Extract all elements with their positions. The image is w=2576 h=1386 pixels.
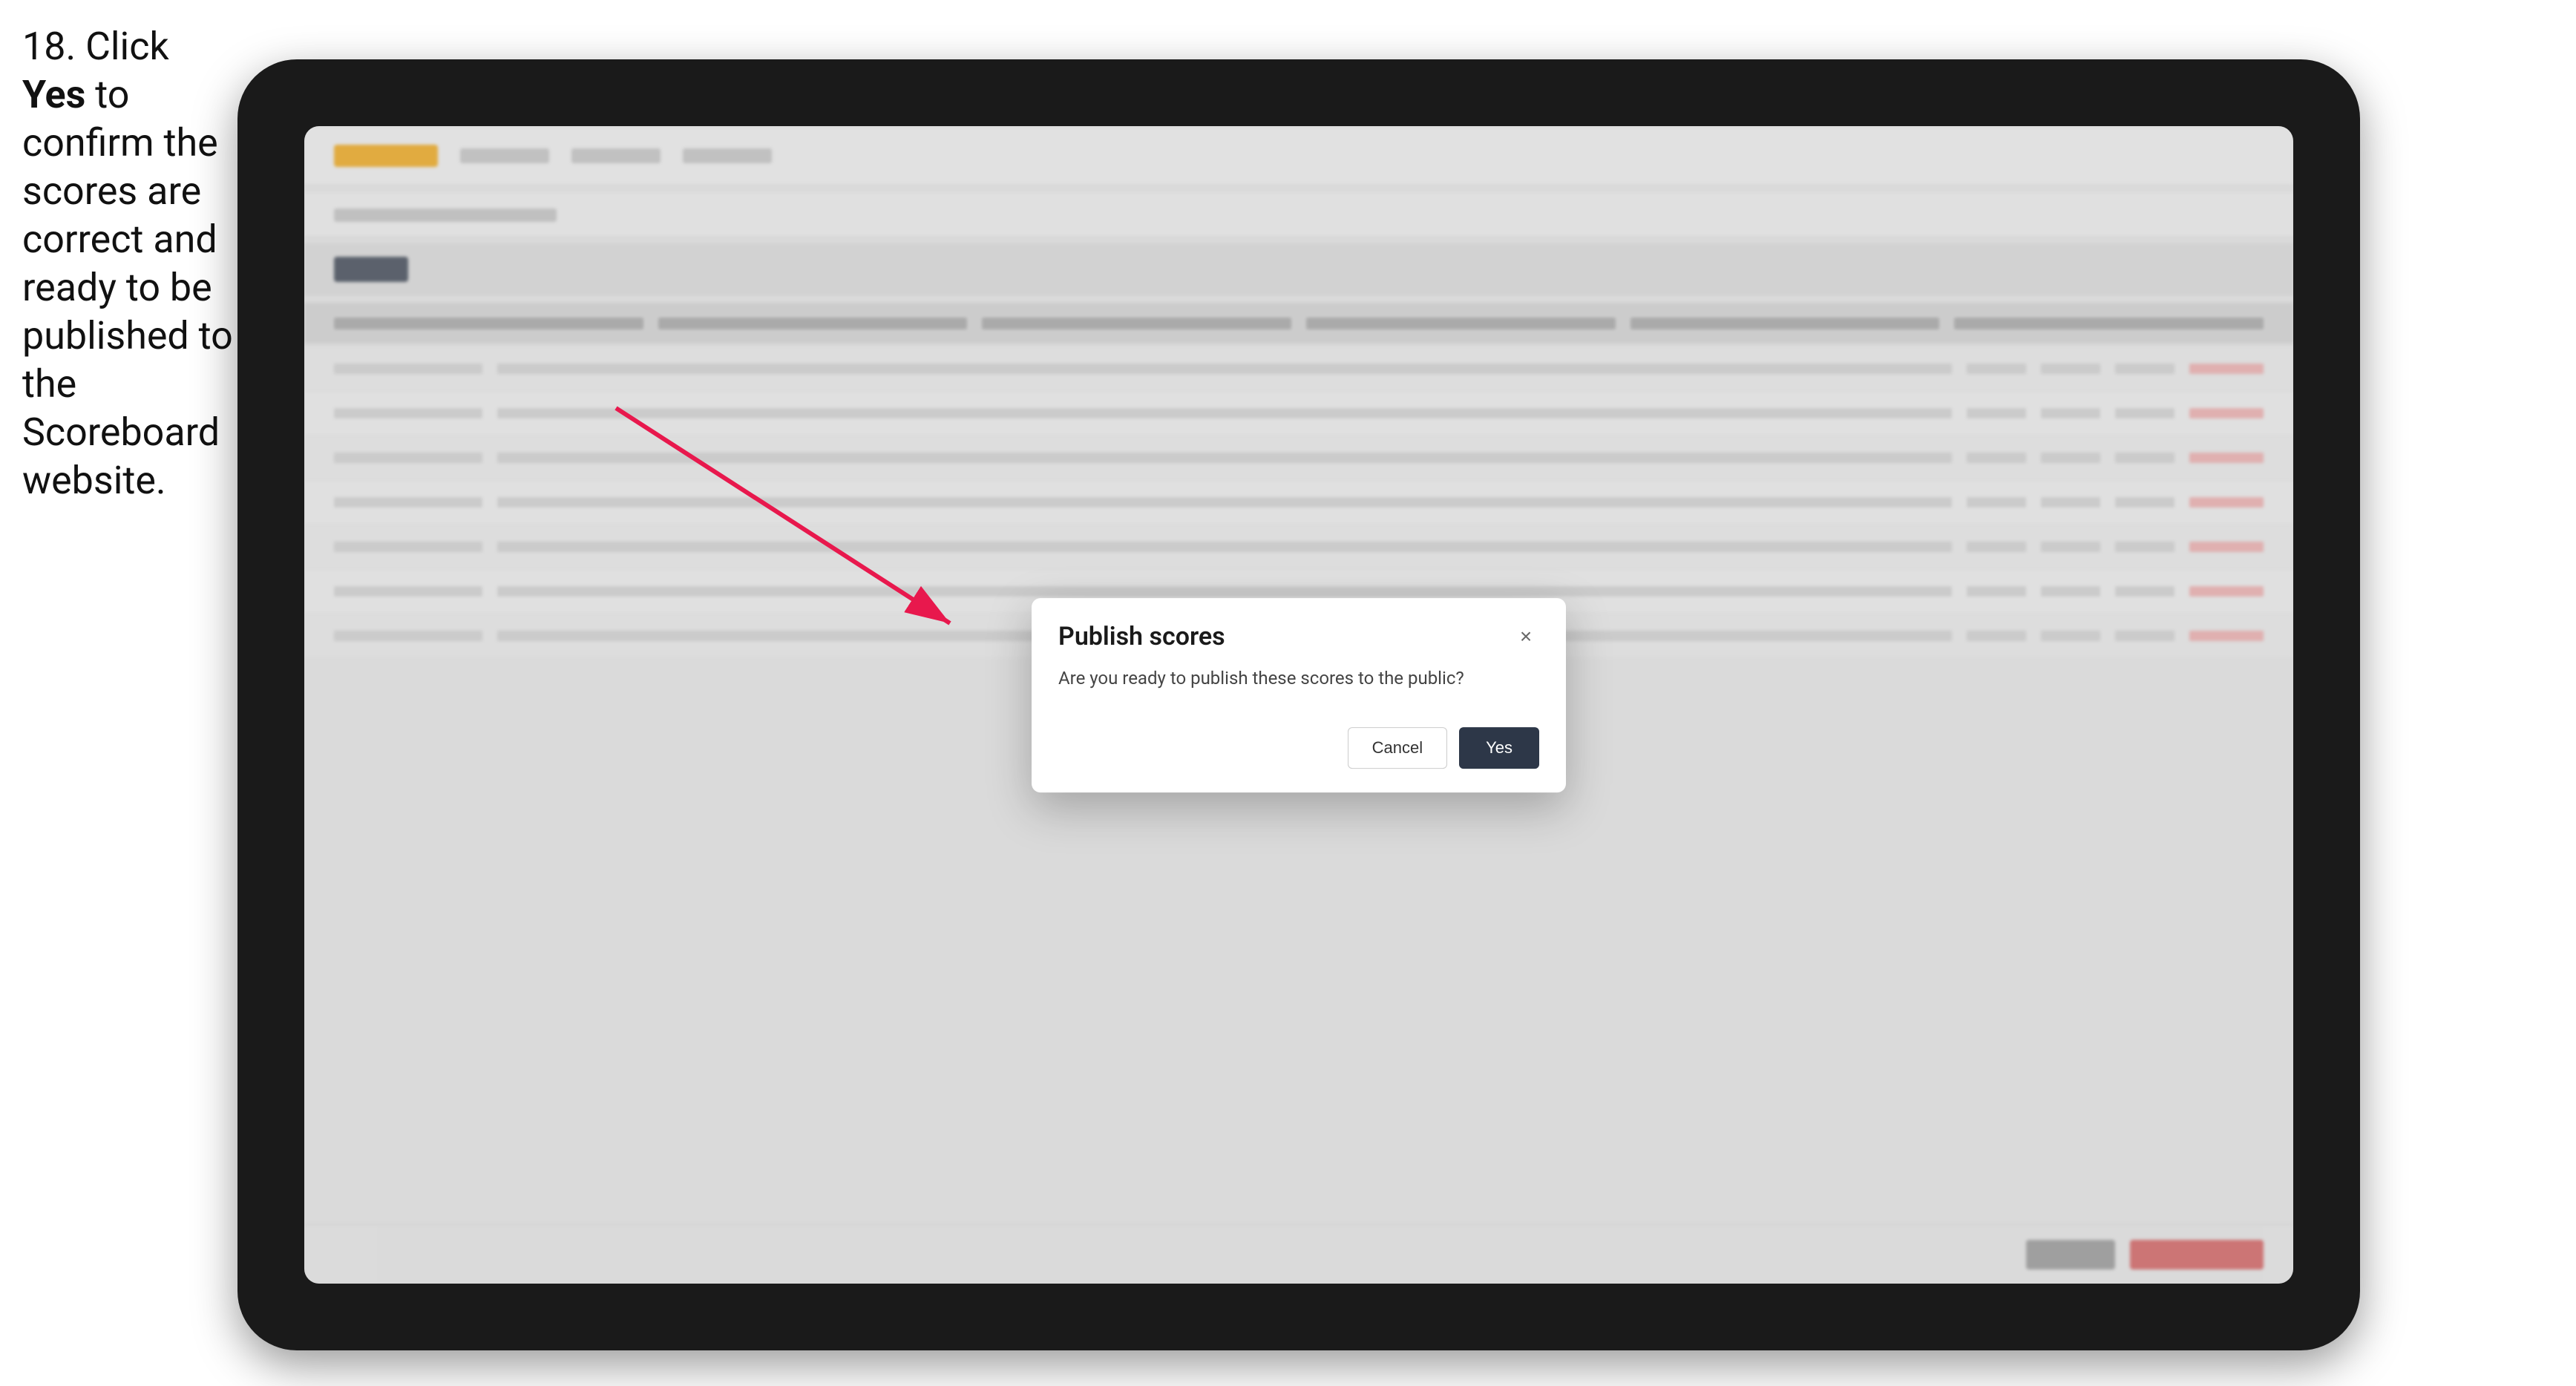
close-button[interactable]: × <box>1513 623 1539 650</box>
dialog-message: Are you ready to publish these scores to… <box>1058 666 1539 692</box>
cancel-button[interactable]: Cancel <box>1348 727 1447 769</box>
publish-scores-dialog: Publish scores × Are you ready to publis… <box>1032 598 1566 792</box>
dialog-title: Publish scores <box>1058 622 1225 651</box>
dialog-header: Publish scores × <box>1032 598 1566 666</box>
dialog-body: Are you ready to publish these scores to… <box>1032 666 1566 712</box>
dialog-footer: Cancel Yes <box>1032 712 1566 792</box>
yes-button[interactable]: Yes <box>1459 727 1539 769</box>
tablet-screen: Publish scores × Are you ready to publis… <box>304 126 2293 1284</box>
instruction-text: 18. Click Yes to confirm the scores are … <box>22 22 237 505</box>
tablet-frame: Publish scores × Are you ready to publis… <box>237 59 2360 1350</box>
